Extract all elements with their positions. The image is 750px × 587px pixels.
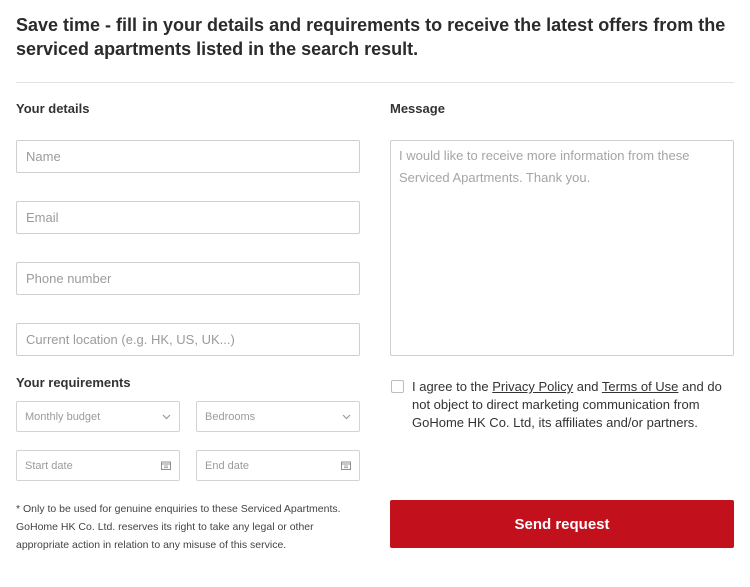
monthly-budget-value: Monthly budget [25, 410, 101, 423]
end-date-placeholder: End date [205, 459, 250, 472]
chevron-down-icon [162, 414, 171, 420]
name-field[interactable] [16, 140, 360, 173]
location-field[interactable] [16, 323, 360, 356]
terms-of-use-link[interactable]: Terms of Use [602, 379, 679, 394]
calendar-icon[interactable] [161, 461, 171, 470]
monthly-budget-select[interactable]: Monthly budget [16, 401, 180, 432]
consent-checkbox[interactable] [391, 380, 404, 393]
phone-field[interactable] [16, 262, 360, 295]
consent-text: I agree to the Privacy Policy and Terms … [412, 378, 736, 432]
chevron-down-icon [342, 414, 351, 420]
your-details-label: Your details [16, 101, 90, 116]
end-date-field[interactable]: End date [196, 450, 360, 481]
consent-text-before: I agree to the [412, 379, 493, 394]
form-title: Save time - fill in your details and req… [16, 15, 726, 59]
message-label: Message [390, 101, 445, 116]
privacy-policy-link[interactable]: Privacy Policy [492, 379, 573, 394]
bedrooms-select[interactable]: Bedrooms [196, 401, 360, 432]
message-textarea[interactable] [390, 140, 734, 356]
disclaimer-text: * Only to be used for genuine enquiries … [16, 503, 341, 551]
start-date-field[interactable]: Start date [16, 450, 180, 481]
consent-text-and: and [573, 379, 602, 394]
start-date-placeholder: Start date [25, 459, 73, 472]
divider [16, 82, 734, 83]
send-request-button[interactable]: Send request [390, 500, 734, 548]
email-field[interactable] [16, 201, 360, 234]
bedrooms-value: Bedrooms [205, 410, 256, 423]
your-requirements-label: Your requirements [16, 375, 131, 390]
calendar-icon[interactable] [341, 461, 351, 470]
